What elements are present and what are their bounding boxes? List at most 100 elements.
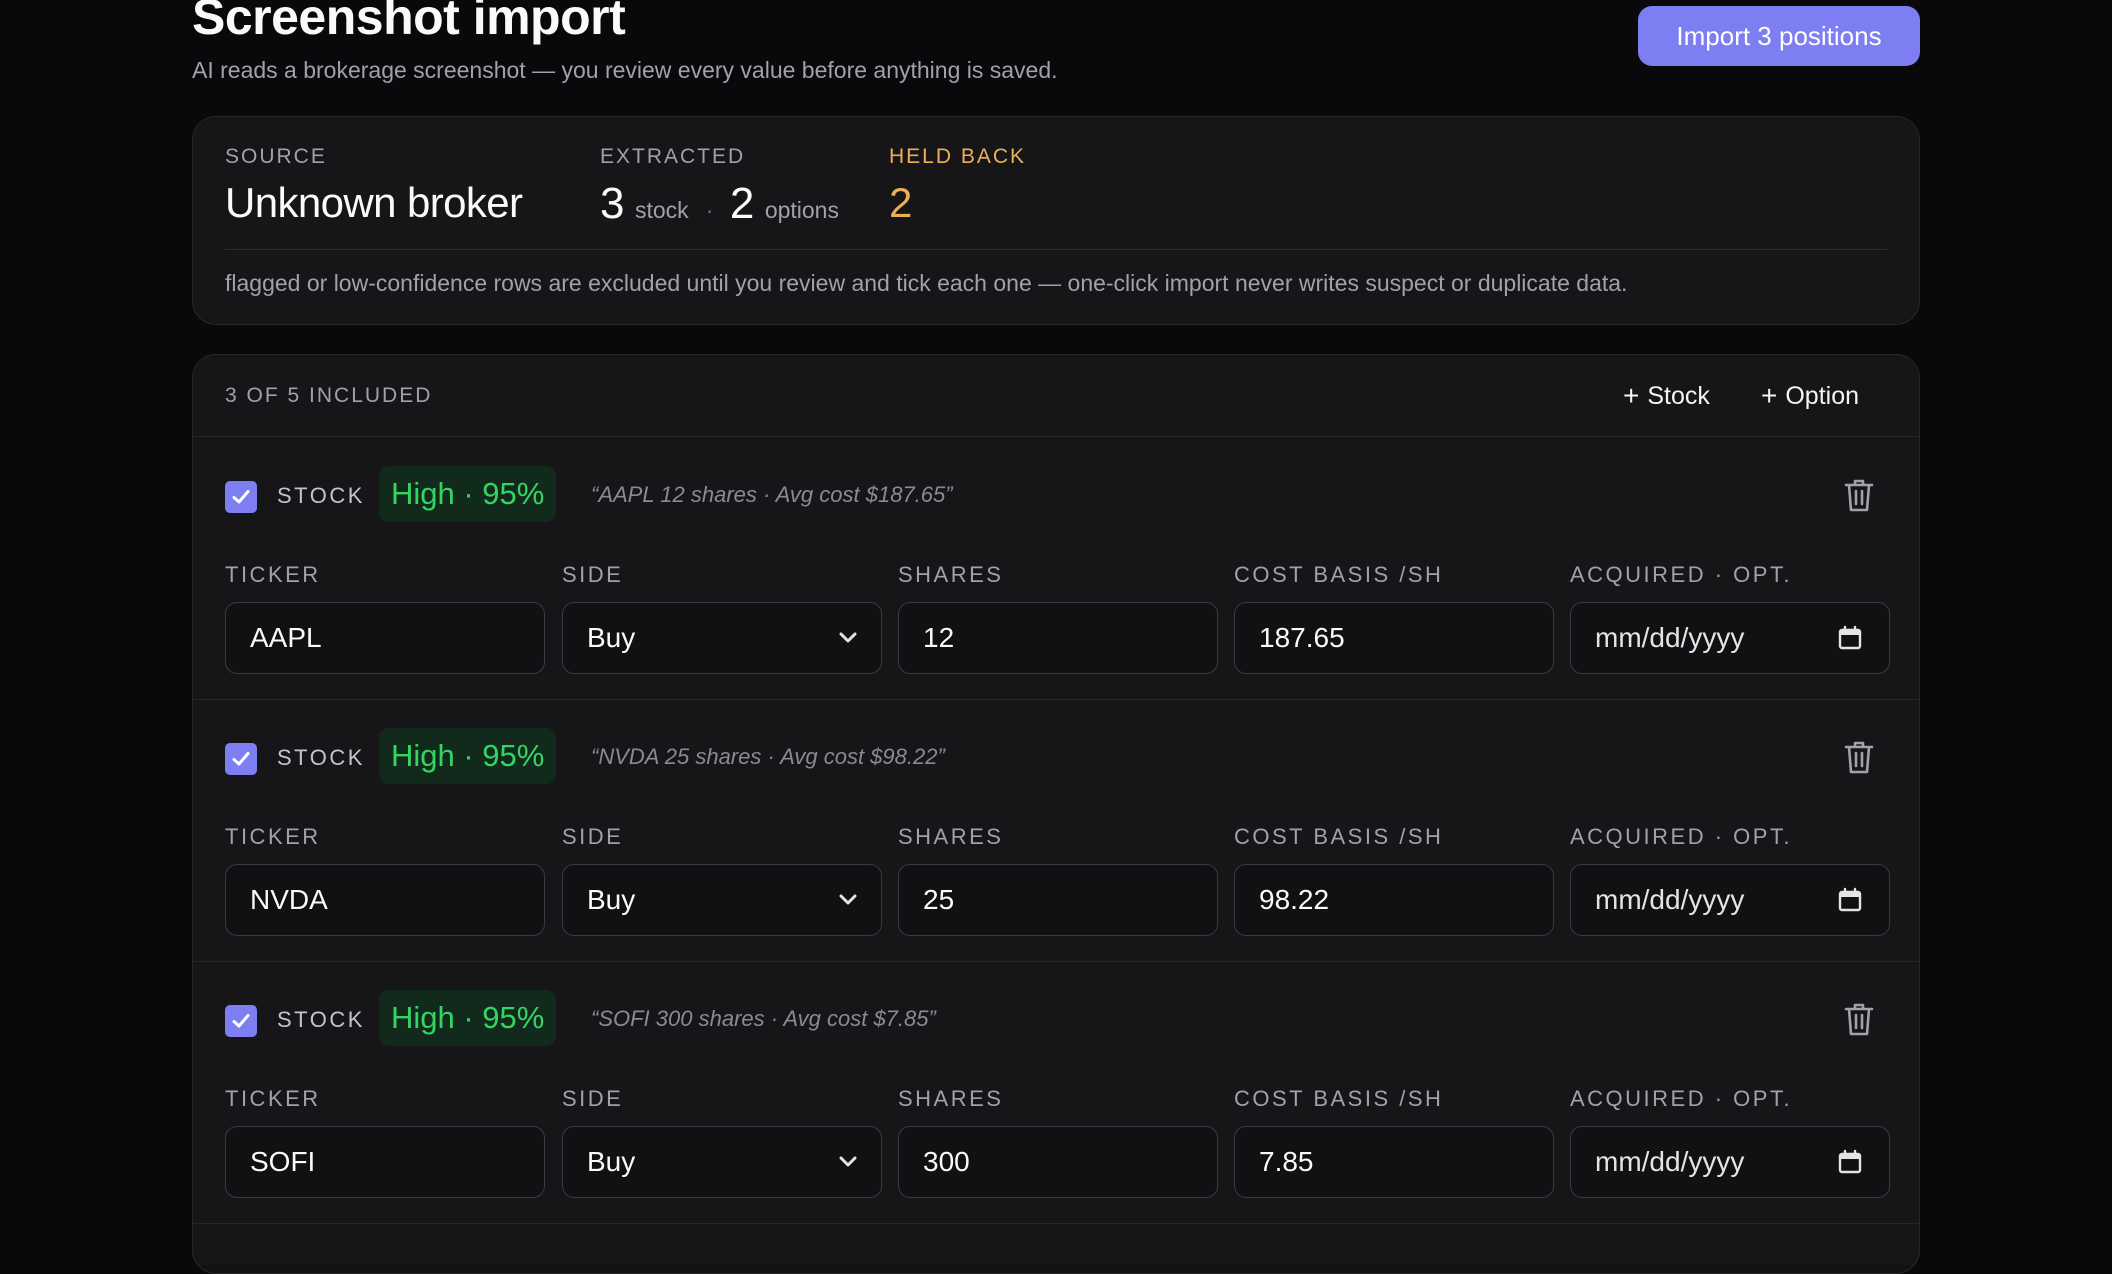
extracted-stat: EXTRACTED 3 stock · 2 options bbox=[600, 145, 839, 229]
include-checkbox[interactable] bbox=[225, 1005, 257, 1037]
shares-input[interactable]: 300 bbox=[898, 1126, 1218, 1198]
cost-basis-field: COST BASIS /SH 187.65 bbox=[1234, 562, 1554, 674]
source-value: Unknown broker bbox=[225, 179, 523, 226]
ticker-input[interactable]: NVDA bbox=[225, 864, 545, 936]
shares-label: SHARES bbox=[898, 824, 1004, 849]
summary-divider bbox=[225, 249, 1887, 250]
trash-icon[interactable] bbox=[1843, 739, 1875, 775]
side-select[interactable]: Buy bbox=[562, 602, 882, 674]
extracted-label: EXTRACTED bbox=[600, 145, 746, 168]
add-stock-button[interactable]: + Stock bbox=[1623, 377, 1710, 415]
check-icon bbox=[232, 1014, 250, 1028]
ticker-field: TICKER AAPL bbox=[225, 562, 545, 674]
cost-basis-label: COST BASIS /SH bbox=[1234, 562, 1444, 587]
acquired-label: ACQUIRED · OPT. bbox=[1570, 824, 1793, 849]
date-placeholder: mm/dd/yyyy bbox=[1595, 884, 1745, 915]
acquired-field: ACQUIRED · OPT. mm/dd/yyyy bbox=[1570, 824, 1890, 936]
acquired-date-input[interactable]: mm/dd/yyyy bbox=[1570, 602, 1890, 674]
included-count: 3 OF 5 INCLUDED bbox=[225, 384, 433, 407]
cost-basis-label: COST BASIS /SH bbox=[1234, 1086, 1444, 1111]
confidence-badge: High · 95% bbox=[379, 466, 557, 522]
calendar-icon[interactable] bbox=[1837, 625, 1863, 651]
source-quote: “SOFI 300 shares · Avg cost $7.85” bbox=[591, 1006, 936, 1031]
calendar-icon[interactable] bbox=[1837, 1149, 1863, 1175]
held-back-stat: HELD BACK 2 bbox=[889, 145, 1026, 227]
shares-input[interactable]: 25 bbox=[898, 864, 1218, 936]
add-option-label: Option bbox=[1785, 381, 1860, 410]
shares-value: 300 bbox=[923, 1146, 970, 1177]
held-back-value: 2 bbox=[889, 179, 912, 226]
source-label: SOURCE bbox=[225, 145, 327, 168]
shares-label: SHARES bbox=[898, 562, 1004, 587]
cost-basis-field: COST BASIS /SH 98.22 bbox=[1234, 824, 1554, 936]
include-checkbox[interactable] bbox=[225, 481, 257, 513]
cost-basis-input[interactable]: 98.22 bbox=[1234, 864, 1554, 936]
shares-value: 12 bbox=[923, 622, 955, 653]
date-placeholder: mm/dd/yyyy bbox=[1595, 622, 1745, 653]
ticker-input[interactable]: SOFI bbox=[225, 1126, 545, 1198]
ticker-input[interactable]: AAPL bbox=[225, 602, 545, 674]
chevron-down-icon bbox=[839, 894, 857, 905]
screenshot-import-page: Screenshot import AI reads a brokerage s… bbox=[192, 0, 1920, 1274]
add-stock-label: Stock bbox=[1647, 381, 1710, 410]
confidence-badge: High · 95% bbox=[379, 728, 557, 784]
chevron-down-icon bbox=[839, 632, 857, 643]
row-type-label: STOCK bbox=[277, 483, 365, 508]
positions-panel: 3 OF 5 INCLUDED + Stock + Option STOCK H… bbox=[192, 354, 1920, 1274]
side-field: SIDE Buy bbox=[562, 824, 882, 936]
side-field: SIDE Buy bbox=[562, 1086, 882, 1198]
acquired-date-input[interactable]: mm/dd/yyyy bbox=[1570, 864, 1890, 936]
cost-basis-label: COST BASIS /SH bbox=[1234, 824, 1444, 849]
ticker-value: SOFI bbox=[250, 1146, 316, 1177]
side-label: SIDE bbox=[562, 562, 624, 587]
side-value: Buy bbox=[587, 884, 636, 915]
summary-card: SOURCE Unknown broker EXTRACTED 3 stock … bbox=[192, 116, 1920, 325]
separator-dot: · bbox=[705, 197, 714, 223]
stock-count: 3 bbox=[600, 179, 624, 228]
trash-icon[interactable] bbox=[1843, 477, 1875, 513]
option-unit: options bbox=[764, 197, 839, 223]
side-field: SIDE Buy bbox=[562, 562, 882, 674]
acquired-date-input[interactable]: mm/dd/yyyy bbox=[1570, 1126, 1890, 1198]
shares-field: SHARES 300 bbox=[898, 1086, 1218, 1198]
acquired-field: ACQUIRED · OPT. mm/dd/yyyy bbox=[1570, 1086, 1890, 1198]
chevron-down-icon bbox=[839, 1156, 857, 1167]
acquired-label: ACQUIRED · OPT. bbox=[1570, 1086, 1793, 1111]
acquired-field: ACQUIRED · OPT. mm/dd/yyyy bbox=[1570, 562, 1890, 674]
cost-basis-field: COST BASIS /SH 7.85 bbox=[1234, 1086, 1554, 1198]
calendar-icon[interactable] bbox=[1837, 887, 1863, 913]
page-subtitle: AI reads a brokerage screenshot — you re… bbox=[192, 57, 1058, 83]
import-positions-button[interactable]: Import 3 positions bbox=[1638, 6, 1920, 66]
source-quote: “NVDA 25 shares · Avg cost $98.22” bbox=[591, 744, 945, 769]
add-option-button[interactable]: + Option bbox=[1761, 377, 1859, 415]
side-select[interactable]: Buy bbox=[562, 1126, 882, 1198]
page-header: Screenshot import AI reads a brokerage s… bbox=[192, 0, 1920, 112]
side-label: SIDE bbox=[562, 1086, 624, 1111]
cost-basis-value: 187.65 bbox=[1259, 622, 1345, 653]
ticker-value: AAPL bbox=[250, 622, 322, 653]
plus-icon: + bbox=[1623, 380, 1640, 411]
position-row: STOCK High · 95% “AAPL 12 shares · Avg c… bbox=[193, 438, 1919, 700]
plus-icon: + bbox=[1761, 380, 1778, 411]
extracted-value: 3 stock · 2 options bbox=[600, 179, 839, 229]
row-type-label: STOCK bbox=[277, 745, 365, 770]
check-icon bbox=[232, 490, 250, 504]
ticker-label: TICKER bbox=[225, 824, 321, 849]
source-stat: SOURCE Unknown broker bbox=[225, 145, 523, 227]
held-back-label: HELD BACK bbox=[889, 145, 1027, 168]
cost-basis-input[interactable]: 187.65 bbox=[1234, 602, 1554, 674]
stock-unit: stock bbox=[634, 197, 689, 223]
side-label: SIDE bbox=[562, 824, 624, 849]
next-row-edge bbox=[193, 1265, 1919, 1273]
ticker-label: TICKER bbox=[225, 562, 321, 587]
include-checkbox[interactable] bbox=[225, 743, 257, 775]
shares-label: SHARES bbox=[898, 1086, 1004, 1111]
side-value: Buy bbox=[587, 622, 636, 653]
cost-basis-input[interactable]: 7.85 bbox=[1234, 1126, 1554, 1198]
date-placeholder: mm/dd/yyyy bbox=[1595, 1146, 1745, 1177]
trash-icon[interactable] bbox=[1843, 1001, 1875, 1037]
shares-input[interactable]: 12 bbox=[898, 602, 1218, 674]
shares-field: SHARES 25 bbox=[898, 824, 1218, 936]
side-select[interactable]: Buy bbox=[562, 864, 882, 936]
position-row: STOCK High · 95% “NVDA 25 shares · Avg c… bbox=[193, 700, 1919, 962]
